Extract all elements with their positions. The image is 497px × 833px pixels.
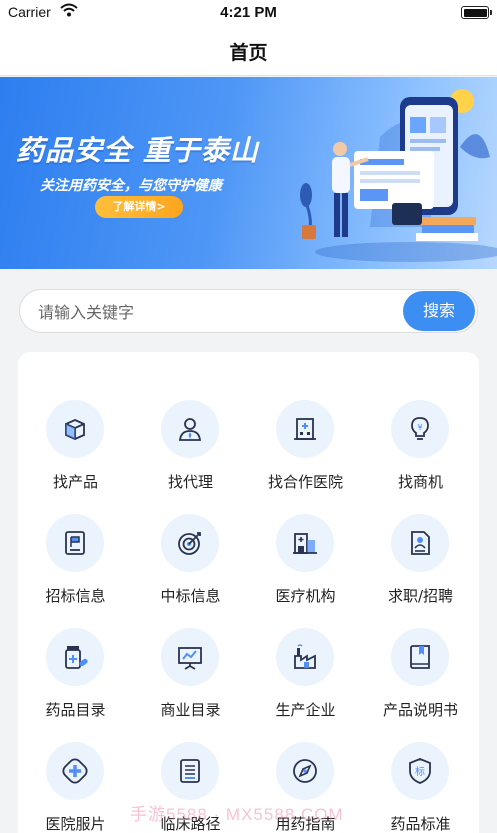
status-bar: Carrier 4:21 PM: [0, 0, 497, 26]
grid-item-product-manual[interactable]: 产品说明书: [363, 628, 478, 740]
banner-illustration: [300, 89, 497, 262]
clock: 4:21 PM: [220, 4, 277, 21]
grid-item-label: 招标信息: [45, 587, 106, 605]
grid-item-jobs[interactable]: 求职/招聘: [363, 514, 478, 626]
grid-item-find-partner-hospital[interactable]: 找合作医院: [248, 400, 363, 512]
grid-item-label: 找合作医院: [267, 473, 343, 491]
grid-item-label: 药品目录: [45, 701, 106, 719]
grid-item-label: 中标信息: [160, 587, 221, 605]
navigation-bar: 首页: [0, 26, 497, 76]
grid-item-drug-standards[interactable]: 标 药品标准: [363, 742, 478, 833]
grid-item-manufacturers[interactable]: 生产企业: [248, 628, 363, 740]
grid-item-find-product[interactable]: 找产品: [18, 400, 133, 512]
grid-item-label: 生产企业: [275, 701, 336, 719]
banner-headline: 药品安全 重于泰山: [16, 134, 259, 167]
category-grid: 找产品 找代理 找合作医院 ¥ 找商机 招标信息 中标信息 医疗机构 求职/招聘…: [18, 352, 479, 833]
grid-item-medical-institutions[interactable]: 医疗机构: [248, 514, 363, 626]
standard-shield-icon: 标: [409, 758, 431, 784]
grid-item-label: 医院服片: [45, 815, 106, 833]
watermark-text: 手游5588 · MX5588.COM: [130, 805, 344, 824]
medical-cross-icon: [62, 758, 88, 784]
banner-subline: 关注用药安全，与您守护健康: [40, 178, 222, 194]
svg-text:¥: ¥: [417, 423, 422, 432]
search-bar: 搜索: [19, 289, 478, 333]
lightbulb-icon: ¥: [411, 417, 429, 440]
grid-item-bid-win-info[interactable]: 中标信息: [133, 514, 248, 626]
grid-item-label: 求职/招聘: [387, 587, 454, 605]
agent-person-icon: [178, 418, 202, 441]
presentation-board-icon: [178, 647, 202, 670]
factory-icon: [294, 644, 316, 669]
grid-item-label: 医疗机构: [275, 587, 336, 605]
grid-item-label: 商业目录: [160, 701, 221, 719]
grid-item-tender-info[interactable]: 招标信息: [18, 514, 133, 626]
promo-banner[interactable]: 药品安全 重于泰山 关注用药安全，与您守护健康 了解详情>: [0, 77, 497, 269]
grid-item-label: 找代理: [167, 473, 213, 491]
compass-icon: [293, 759, 317, 783]
grid-item-hospital-photos[interactable]: 医院服片: [18, 742, 133, 833]
flag-document-icon: [65, 531, 85, 555]
search-button[interactable]: 搜索: [403, 291, 475, 331]
search-input[interactable]: [38, 301, 398, 323]
grid-item-label: 产品说明书: [382, 701, 458, 719]
box-icon: [65, 419, 85, 440]
building-icon: [293, 533, 317, 554]
target-icon: [178, 532, 201, 555]
grid-item-find-opportunity[interactable]: ¥ 找商机: [363, 400, 478, 512]
grid-item-label: 找商机: [397, 473, 443, 491]
battery-icon: [461, 6, 492, 19]
page-title: 首页: [229, 42, 268, 64]
grid-item-label: 找产品: [52, 473, 98, 491]
resume-icon: [411, 531, 430, 555]
medicine-bottle-icon: [65, 646, 88, 669]
document-lines-icon: [180, 759, 200, 783]
grid-item-drug-catalog[interactable]: 药品目录: [18, 628, 133, 740]
grid-item-find-agent[interactable]: 找代理: [133, 400, 248, 512]
hospital-icon: [294, 418, 316, 440]
learn-more-button[interactable]: 了解详情>: [95, 196, 183, 218]
book-icon: [410, 645, 430, 669]
grid-item-business-catalog[interactable]: 商业目录: [133, 628, 248, 740]
grid-item-label: 药品标准: [390, 815, 451, 833]
svg-text:标: 标: [415, 766, 425, 778]
